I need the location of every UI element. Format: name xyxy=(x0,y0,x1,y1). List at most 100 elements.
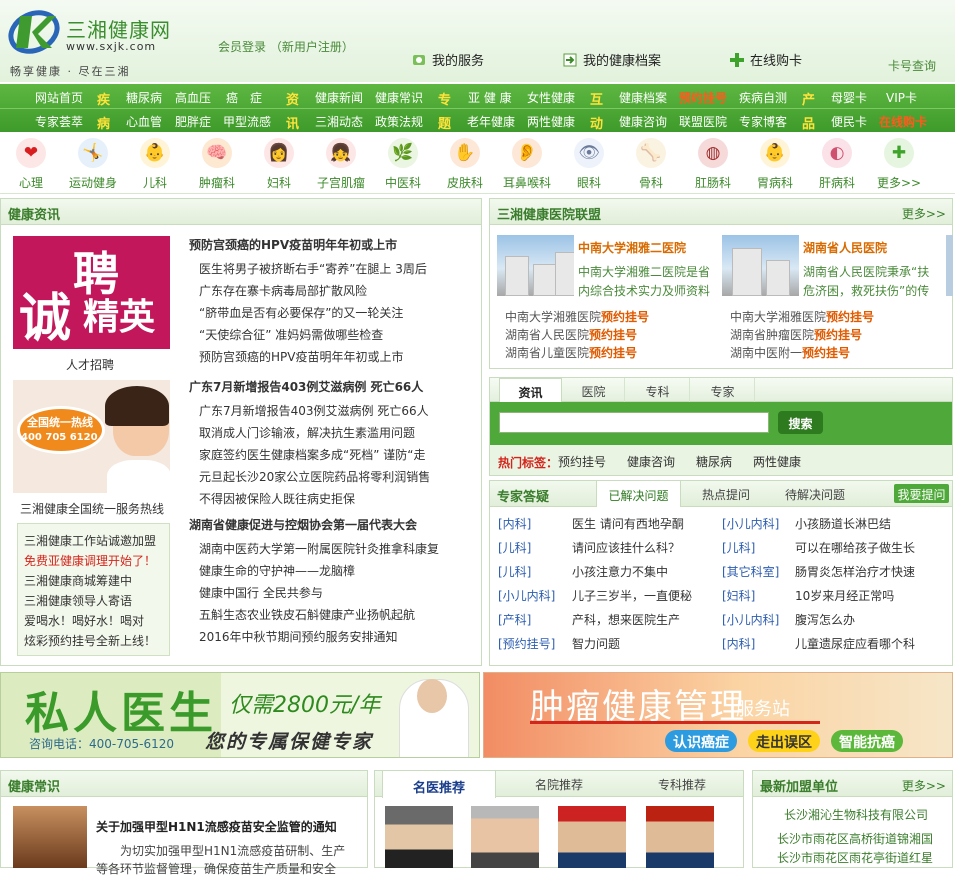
doctor-photo[interactable] xyxy=(558,806,626,868)
dept-item-9[interactable]: 👂 耳鼻喉科 xyxy=(496,138,558,191)
hospital-image[interactable] xyxy=(722,235,799,296)
more-link[interactable]: 更多>> xyxy=(902,777,946,794)
qa-question[interactable]: 小孩注意力不集中 xyxy=(572,563,668,580)
tea-image[interactable] xyxy=(13,806,87,868)
dept-item-3[interactable]: 👶 儿科 xyxy=(124,138,186,191)
qa-question[interactable]: 可以在哪给孩子做生长 xyxy=(795,539,915,556)
hot-tag[interactable]: 糖尿病 xyxy=(696,453,732,470)
private-doctor-banner[interactable]: 私人医生 仅需2800元/年 咨询电话：400-705-6120 您的专属保健专… xyxy=(0,672,480,758)
dept-item-6[interactable]: 👧 子宫肌瘤 xyxy=(310,138,372,191)
news-item[interactable]: 湖南中医药大学第一附属医院针灸推拿科康复 xyxy=(199,540,439,557)
news-item[interactable]: “脐带血是否有必要保存”的又一轮关注 xyxy=(199,304,403,321)
qa-category[interactable]: [儿科] xyxy=(722,539,755,556)
dept-item-11[interactable]: 🦴 骨科 xyxy=(620,138,682,191)
qa-question[interactable]: 10岁来月经正常吗 xyxy=(795,587,894,604)
recruit-banner[interactable]: 聘 诚 精英 xyxy=(13,236,170,349)
qa-question[interactable]: 腹泻怎么办 xyxy=(795,611,855,628)
member-login-link[interactable]: 会员登录 （新用户注册） xyxy=(218,38,354,55)
booking-item[interactable]: 湖南中医附一预约挂号 xyxy=(730,344,850,361)
hotline-caption[interactable]: 三湘健康全国统一服务热线 xyxy=(20,500,164,517)
news-headline[interactable]: 湖南省健康促进与控烟协会第一届代表大会 xyxy=(189,516,417,533)
booking-item[interactable]: 中南大学湘雅医院预约挂号 xyxy=(505,308,649,325)
news-item[interactable]: 五斛生态农业铁皮石斛健康产业扬帆起航 xyxy=(199,606,415,623)
hot-tag[interactable]: 预约挂号 xyxy=(558,453,606,470)
nav-item[interactable]: 联盟医院 xyxy=(679,113,727,130)
tab-specialty-recommend[interactable]: 专科推荐 xyxy=(658,776,706,793)
qa-question[interactable]: 小孩肠道长淋巴结 xyxy=(795,515,891,532)
dept-item-7[interactable]: 🌿 中医科 xyxy=(372,138,434,191)
tab-expert[interactable]: 专家 xyxy=(691,378,755,402)
dept-item-15[interactable]: ✚ 更多>> xyxy=(868,138,930,191)
qa-category[interactable]: [儿科] xyxy=(498,563,531,580)
nav-item[interactable]: 网站首页 xyxy=(35,89,83,106)
more-link[interactable]: 更多>> xyxy=(902,205,946,222)
doctor-photo[interactable] xyxy=(646,806,714,868)
nav-item[interactable]: 高血压 xyxy=(175,89,211,106)
nav-item[interactable]: 健康档案 xyxy=(619,89,667,106)
unit-item[interactable]: 长沙湘沁生物科技有限公司 xyxy=(784,806,928,823)
news-item[interactable]: 医生将男子被挤断右手“寄养”在腿上 3周后 xyxy=(199,260,427,277)
qa-category[interactable]: [小儿内科] xyxy=(498,587,555,604)
tab-famous-hospitals[interactable]: 名院推荐 xyxy=(535,776,583,793)
news-item[interactable]: 不得因被保险人既往病史拒保 xyxy=(199,490,355,507)
qa-category[interactable]: [产科] xyxy=(498,611,531,628)
nav-item-booking[interactable]: 预约挂号 xyxy=(679,89,727,106)
dept-item-1[interactable]: ❤ 心理 xyxy=(0,138,62,191)
booking-item[interactable]: 中南大学湘雅医院预约挂号 xyxy=(730,308,874,325)
tab-hot-questions[interactable]: 热点提问 xyxy=(702,486,750,503)
nav-item[interactable]: 心血管 xyxy=(126,113,162,130)
hotline-banner[interactable]: 全国统一热线 400 705 6120 xyxy=(13,380,170,493)
nav-item[interactable]: 疾病自测 xyxy=(739,89,787,106)
news-item[interactable]: 家庭签约医生健康档案多成“死档” 谨防“走 xyxy=(199,446,425,463)
qa-question[interactable]: 智力问题 xyxy=(572,635,620,652)
news-item[interactable]: “天使综合征” 准妈妈需做哪些检查 xyxy=(199,326,383,343)
notice-item[interactable]: 三湘健康商城筹建中 xyxy=(24,572,132,589)
dept-item-10[interactable]: 👁 眼科 xyxy=(558,138,620,191)
dept-item-4[interactable]: 🧠 肿瘤科 xyxy=(186,138,248,191)
nav-item[interactable]: 健康常识 xyxy=(375,89,423,106)
nav-item[interactable]: 健康新闻 xyxy=(315,89,363,106)
my-service-link[interactable]: 我的服务 xyxy=(412,50,484,69)
nav-item[interactable]: 专家荟萃 xyxy=(35,113,83,130)
nav-item[interactable]: 老年健康 xyxy=(467,113,515,130)
tab-pending[interactable]: 待解决问题 xyxy=(785,486,845,503)
news-item[interactable]: 广东存在寨卡病毒局部扩散风险 xyxy=(199,282,367,299)
common-headline[interactable]: 关于加强甲型H1N1流感疫苗安全监管的通知 xyxy=(96,818,337,835)
nav-item[interactable]: 糖尿病 xyxy=(126,89,162,106)
qa-question[interactable]: 请问应该挂什么科？ xyxy=(572,539,680,556)
nav-item-buy-card[interactable]: 在线购卡 xyxy=(879,113,927,130)
notice-item[interactable]: 炫彩预约挂号全新上线！ xyxy=(24,632,156,649)
news-item[interactable]: 健康中国行 全民共参与 xyxy=(199,584,323,601)
nav-item[interactable]: 健康咨询 xyxy=(619,113,667,130)
qa-category[interactable]: [儿科] xyxy=(498,539,531,556)
nav-item[interactable]: 女性健康 xyxy=(527,89,575,106)
news-headline[interactable]: 广东7月新增报告403例艾滋病例 死亡66人 xyxy=(189,378,423,395)
qa-question[interactable]: 肠胃炎怎样治疗才快速 xyxy=(795,563,915,580)
tab-specialty[interactable]: 专科 xyxy=(626,378,690,402)
nav-item[interactable]: 政策法规 xyxy=(375,113,423,130)
nav-item[interactable]: 甲型流感 xyxy=(223,113,271,130)
booking-item[interactable]: 湖南省儿童医院预约挂号 xyxy=(505,344,637,361)
nav-item[interactable]: 亚 健 康 xyxy=(468,89,512,106)
tab-hospital[interactable]: 医院 xyxy=(563,378,625,402)
qa-category[interactable]: [小儿内科] xyxy=(722,515,779,532)
search-input[interactable] xyxy=(499,412,769,433)
nav-item[interactable]: 肥胖症 xyxy=(175,113,211,130)
nav-item[interactable]: 三湘动态 xyxy=(315,113,363,130)
qa-category[interactable]: [小儿内科] xyxy=(722,611,779,628)
dept-item-14[interactable]: ◐ 肝病科 xyxy=(806,138,868,191)
site-logo[interactable]: 三湘健康网 www.sxjk.com 畅享健康 · 尽在三湘 xyxy=(4,0,170,80)
search-button[interactable]: 搜索 xyxy=(778,411,823,434)
nav-item[interactable]: 专家博客 xyxy=(739,113,787,130)
nav-item[interactable]: 两性健康 xyxy=(527,113,575,130)
booking-item[interactable]: 湖南省肿瘤医院预约挂号 xyxy=(730,326,862,343)
news-item[interactable]: 2016年中秋节期间预约服务安排通知 xyxy=(199,628,398,645)
hospital-name[interactable]: 湖南省人民医院 xyxy=(803,239,887,256)
news-headline[interactable]: 预防宫颈癌的HPV疫苗明年年初或上市 xyxy=(189,236,397,253)
buy-card-link[interactable]: 在线购卡 xyxy=(730,50,802,69)
health-record-link[interactable]: 我的健康档案 xyxy=(563,50,661,69)
nav-item[interactable]: 便民卡 xyxy=(831,113,867,130)
qa-category[interactable]: [内科] xyxy=(498,515,531,532)
ask-question-button[interactable]: 我要提问 xyxy=(894,484,949,503)
doctor-photo[interactable] xyxy=(471,806,539,868)
